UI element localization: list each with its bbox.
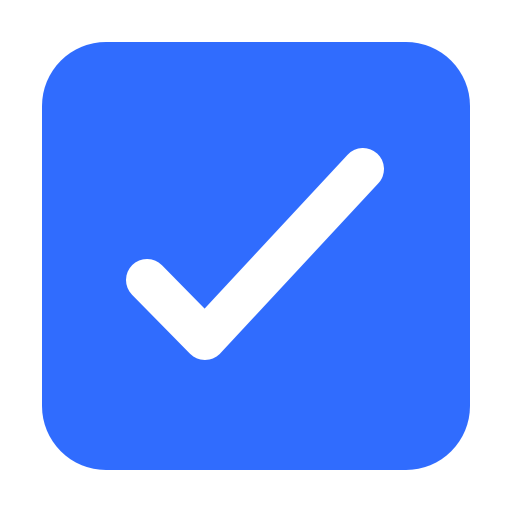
checked-checkbox[interactable] xyxy=(42,42,470,470)
checkmark-icon xyxy=(126,148,384,360)
icon-canvas xyxy=(0,0,512,512)
